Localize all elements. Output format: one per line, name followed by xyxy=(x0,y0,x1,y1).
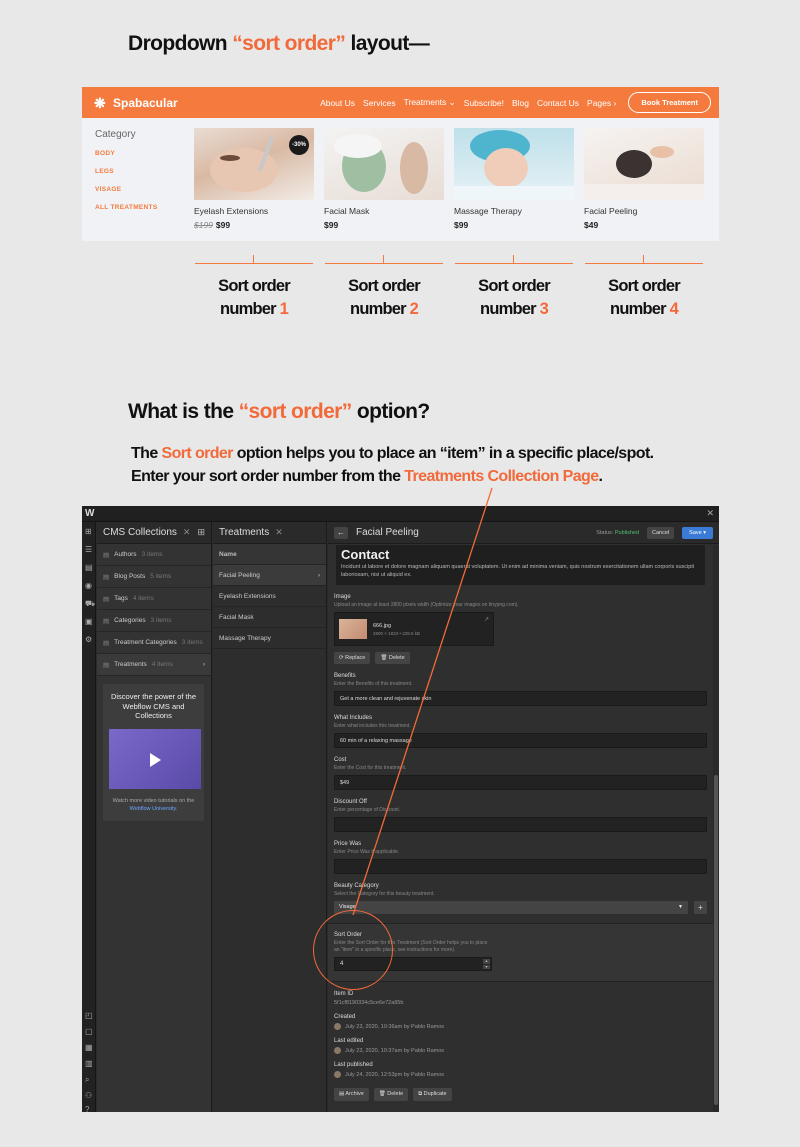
highlight-circle xyxy=(313,910,393,990)
pointer-line xyxy=(352,487,493,916)
annotation-arrow xyxy=(352,487,493,916)
